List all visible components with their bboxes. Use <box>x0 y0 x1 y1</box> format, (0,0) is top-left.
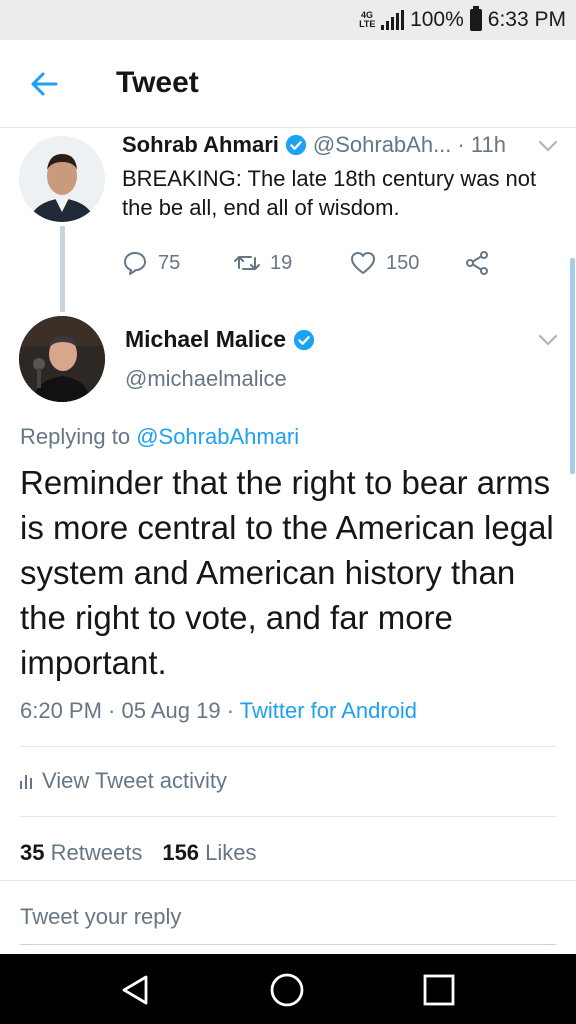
retweet-action[interactable]: 19 <box>234 250 350 276</box>
chevron-down-icon[interactable] <box>538 334 558 346</box>
retweet-icon <box>234 256 260 270</box>
chevron-down-icon[interactable] <box>538 140 558 152</box>
reply-count: 75 <box>158 251 181 274</box>
verified-badge-icon <box>293 329 315 350</box>
system-nav-bar <box>0 954 576 1024</box>
quoted-tweet-actions: 75 19 150 <box>122 250 490 276</box>
tweet-meta: 6:20 PM · 05 Aug 19 · Twitter for Androi… <box>20 698 417 724</box>
scrollbar[interactable] <box>570 258 575 474</box>
author-name[interactable]: Michael Malice <box>125 326 286 353</box>
verified-badge-icon <box>285 134 306 156</box>
tweet-text: Reminder that the right to bear arms is … <box>20 464 554 681</box>
author-name[interactable]: Sohrab Ahmari <box>122 132 279 158</box>
replying-to-link[interactable]: @SohrabAhmari <box>136 424 299 449</box>
divider <box>0 880 576 881</box>
replying-to: Replying to @SohrabAhmari <box>20 424 299 450</box>
reply-underline <box>20 944 556 945</box>
battery-icon <box>469 6 482 31</box>
retweet-count: 19 <box>270 251 293 274</box>
share-icon <box>466 251 488 275</box>
likes-count: 156 <box>162 840 200 865</box>
quoted-tweet-text: BREAKING: The late 18th century was not … <box>122 166 537 220</box>
activity-label: View Tweet activity <box>42 768 228 793</box>
tweet-timestamp: 6:20 PM · 05 Aug 19 · <box>20 698 240 723</box>
reply-input[interactable]: Tweet your reply <box>20 904 181 930</box>
like-count: 150 <box>386 251 420 274</box>
retweets-label: Retweets <box>50 840 143 865</box>
author-handle[interactable]: @SohrabAh... <box>313 132 452 158</box>
circle-home-icon[interactable] <box>268 971 306 1009</box>
like-action[interactable]: 150 <box>350 250 464 276</box>
likes-label: Likes <box>205 840 257 865</box>
retweets-stat[interactable]: 35 Retweets <box>20 840 142 866</box>
divider <box>20 816 556 817</box>
bar-chart-icon <box>20 773 32 789</box>
quoted-tweet-header: Sohrab Ahmari @SohrabAh... · 11h <box>122 132 506 158</box>
back-arrow-icon[interactable] <box>26 66 62 102</box>
retweets-count: 35 <box>20 840 45 865</box>
avatar-sohrab[interactable] <box>19 136 105 222</box>
page-title: Tweet <box>116 66 199 99</box>
avatar-michael[interactable] <box>19 316 105 402</box>
signal-icon <box>381 10 405 30</box>
author-handle[interactable]: @michaelmalice <box>125 366 287 392</box>
thread-connector <box>60 226 65 312</box>
share-action[interactable] <box>464 250 490 276</box>
tweet-age: · 11h <box>457 132 506 157</box>
replying-prefix: Replying to <box>20 424 137 449</box>
battery-percent: 100% <box>410 8 464 31</box>
triangle-back-icon[interactable] <box>116 971 154 1009</box>
app-header: Tweet <box>0 40 576 128</box>
divider <box>20 746 556 747</box>
tweet-stats: 35 Retweets 156 Likes <box>20 840 257 866</box>
tweet-source-link[interactable]: Twitter for Android <box>240 698 417 723</box>
network-type-icon: 4G LTE <box>359 10 376 29</box>
heart-icon <box>351 252 375 274</box>
view-activity-button[interactable]: View Tweet activity <box>20 768 227 794</box>
clock: 6:33 PM <box>487 8 566 31</box>
reply-action[interactable]: 75 <box>122 250 234 276</box>
reply-icon <box>124 252 146 275</box>
tweet-author: Michael Malice <box>125 326 315 353</box>
likes-stat[interactable]: 156 Likes <box>162 840 256 866</box>
square-recents-icon[interactable] <box>420 971 458 1009</box>
status-bar: 4G LTE 100% 6:33 PM <box>0 0 576 40</box>
